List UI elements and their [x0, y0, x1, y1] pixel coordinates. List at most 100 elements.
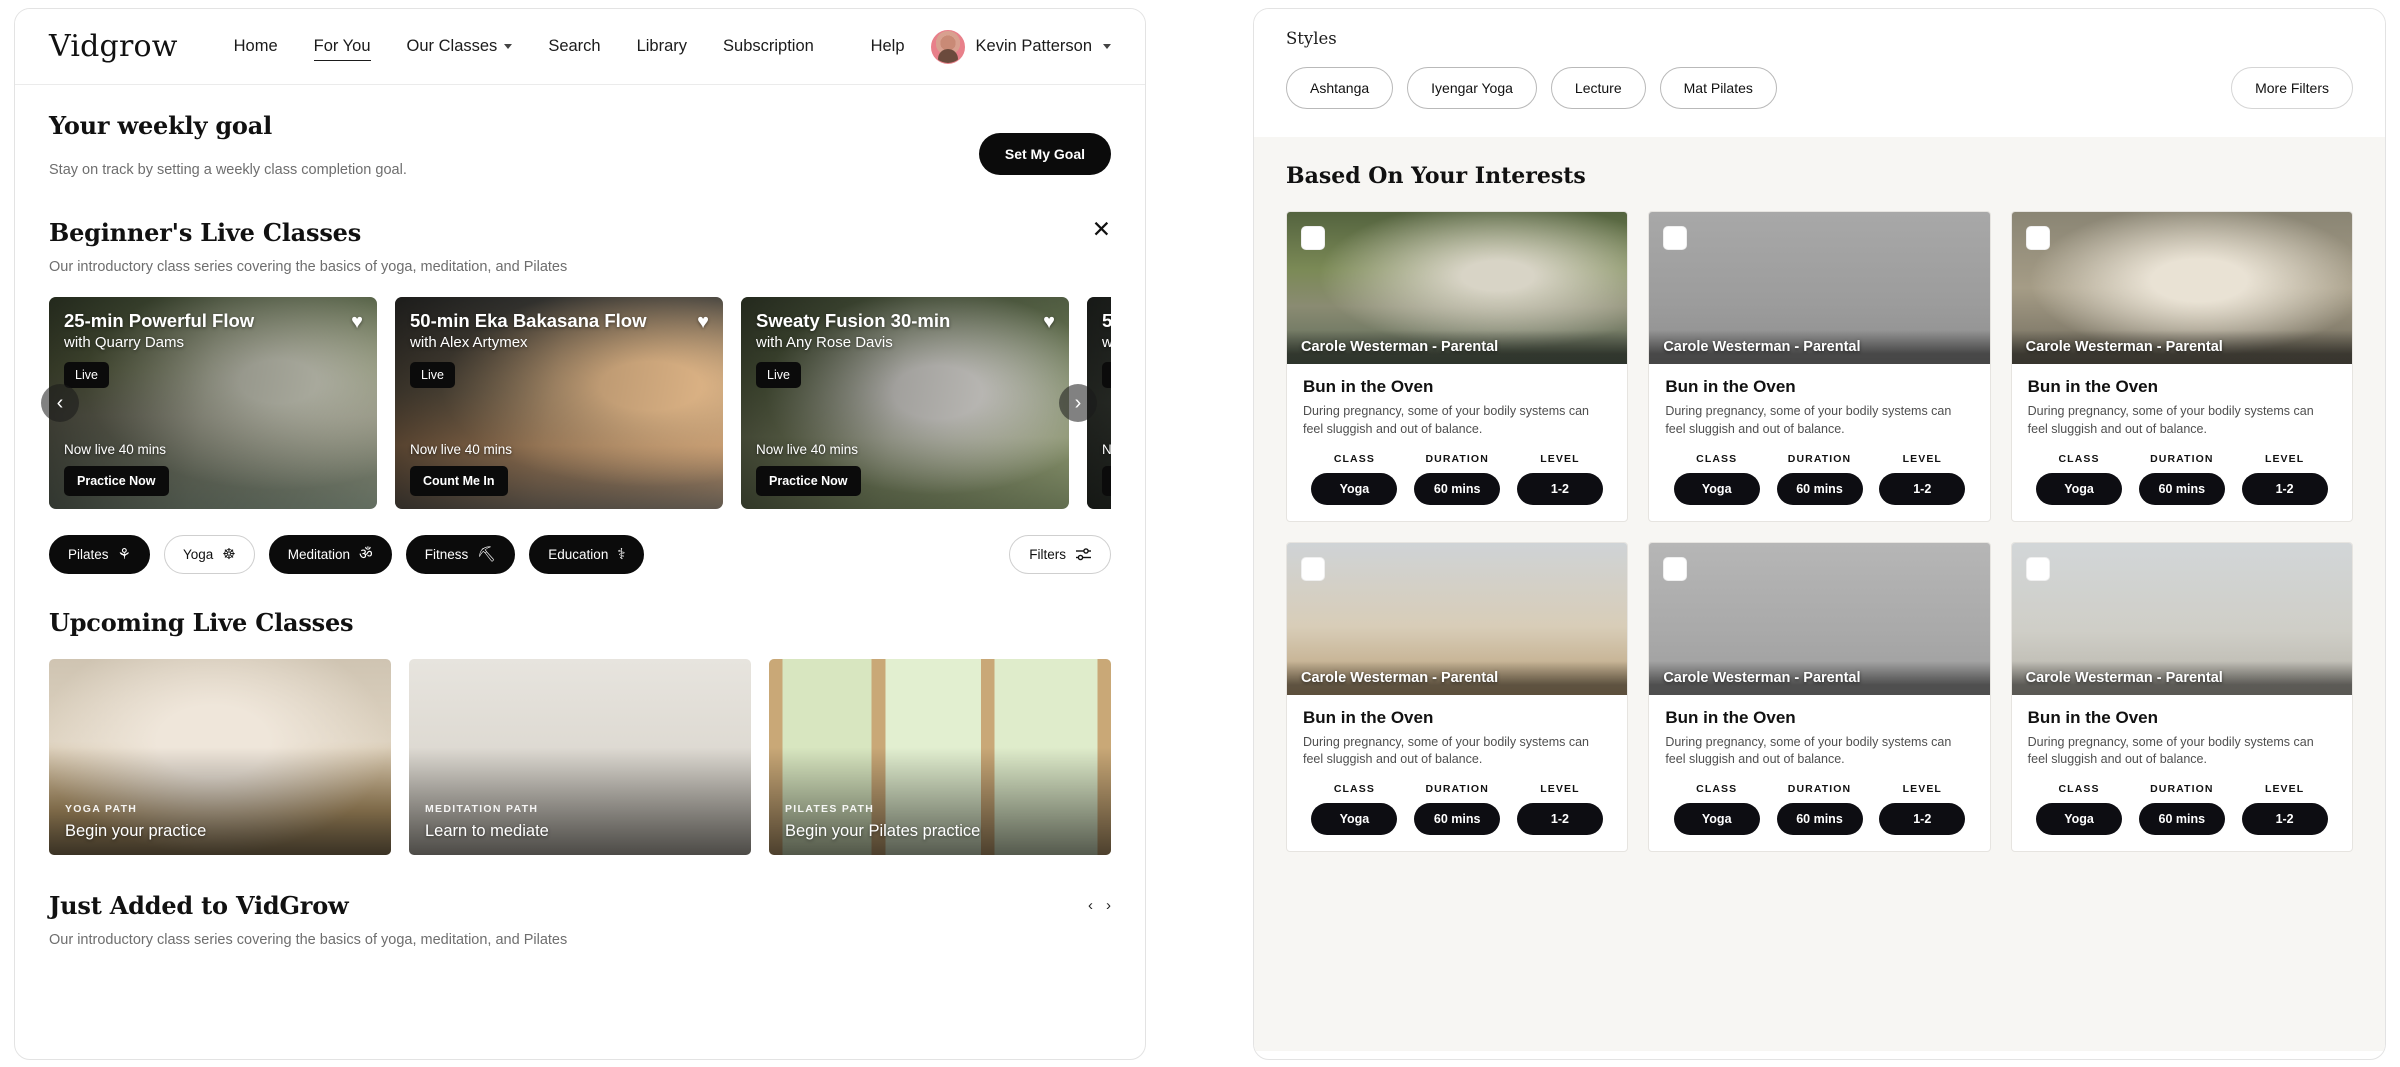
meta-header-class: CLASS: [1696, 452, 1738, 465]
carousel-prev-button[interactable]: ‹: [41, 384, 79, 422]
live-class-instructor: with Quarry Dams: [64, 334, 185, 352]
brand-logo[interactable]: Vidgrow: [49, 29, 178, 64]
style-chip-ashtanga[interactable]: Ashtanga: [1286, 67, 1394, 109]
interest-card-checkbox[interactable]: [1301, 556, 1325, 581]
live-class-cta-button[interactable]: Practice Now: [64, 466, 169, 496]
category-pill-pilates[interactable]: Pilates ⚘: [49, 535, 150, 574]
interest-card-checkbox[interactable]: [1663, 226, 1688, 250]
meta-value-class: Yoga: [2036, 472, 2123, 505]
screen: Vidgrow Home For You Our Classes Search Libr…: [0, 0, 2400, 1067]
nav-item-for-you[interactable]: For You: [313, 33, 371, 61]
style-chip-mat-pilates[interactable]: Mat Pilates: [1659, 67, 1777, 109]
upcoming-path-card[interactable]: PILATES PATH Begin your Pilates practice: [769, 659, 1111, 855]
interest-card[interactable]: Carole Westerman - Parental Bun in the Ov…: [1286, 541, 1629, 852]
interest-card-title: Bun in the Oven: [1303, 707, 1434, 727]
meta-header-class: CLASS: [1696, 783, 1738, 795]
live-class-title: 25-min Powerful Flow: [64, 310, 255, 331]
interest-card-title: Bun in the Oven: [1303, 377, 1434, 396]
live-class-instructor: with Quar: [1102, 334, 1111, 351]
style-chip-iyengar-yoga[interactable]: Iyengar Yoga: [1407, 67, 1537, 109]
carousel-next-button[interactable]: ›: [1059, 384, 1097, 422]
category-pill-meditation[interactable]: Meditation ॐ: [268, 535, 392, 574]
meta-header-level: LEVEL: [1540, 452, 1580, 465]
meta-value-class: Yoga: [2036, 803, 2123, 835]
live-class-title: 50-min: [1102, 310, 1111, 331]
nav-item-library[interactable]: Library: [637, 33, 687, 60]
meta-header-duration: DURATION: [2150, 783, 2214, 795]
meta-header-duration: DURATION: [1787, 452, 1852, 465]
interest-card-caption: Carole Westerman - Parental: [1649, 330, 1990, 364]
interest-card[interactable]: Carole Westerman - Parental Bun in the Ov…: [1648, 541, 1991, 852]
user-menu[interactable]: Kevin Patterson: [930, 29, 1111, 64]
meta-value-level: 1-2: [1879, 472, 1966, 505]
live-badge: Live: [410, 362, 455, 389]
upcoming-path-card[interactable]: MEDITATION PATH Learn to mediate: [409, 659, 751, 855]
site-header: Vidgrow Home For You Our Classes Search Libr…: [15, 9, 1145, 85]
meta-header-class: CLASS: [1333, 452, 1375, 465]
category-pill-yoga[interactable]: Yoga ☸: [163, 535, 255, 574]
just-added-next-button[interactable]: ›: [1106, 897, 1111, 914]
nav-item-search[interactable]: Search: [548, 33, 600, 60]
avatar: [930, 29, 965, 64]
interest-card[interactable]: Carole Westerman - Parental Bun in the Ov…: [1286, 211, 1629, 522]
weekly-goal-section: Your weekly goal Stay on track by settin…: [49, 85, 1111, 178]
interest-card-description: During pregnancy, some of your bodily sy…: [1303, 734, 1590, 767]
set-my-goal-button[interactable]: Set My Goal: [978, 133, 1111, 175]
style-chip-row: Ashtanga Iyengar Yoga Lecture Mat Pilates Mo…: [1286, 67, 2353, 109]
live-class-cta-button[interactable]: Count Me: [1102, 466, 1111, 496]
interest-card[interactable]: Carole Westerman - Parental Bun in the Ov…: [2010, 211, 2353, 522]
filters-button[interactable]: Filters: [1009, 535, 1111, 574]
upcoming-title: Upcoming Live Classes: [49, 608, 354, 637]
close-icon[interactable]: ✕: [1092, 218, 1111, 241]
interest-card[interactable]: Carole Westerman - Parental Bun in the Ov…: [2010, 541, 2353, 852]
pilates-icon: ⚘: [117, 546, 131, 563]
interests-grid: Carole Westerman - Parental Bun in the Ov…: [1286, 211, 2353, 852]
meta-value-class: Yoga: [1311, 803, 1398, 835]
nav-item-home[interactable]: Home: [234, 33, 278, 60]
live-class-time: Now live 40 mins: [64, 442, 167, 457]
live-class-card[interactable]: ♥ 50-min Eka Bakasana Flow with Alex Artym…: [395, 297, 723, 509]
interest-card-checkbox[interactable]: [1663, 556, 1688, 581]
just-added-prev-button[interactable]: ‹: [1088, 897, 1093, 914]
interest-card-checkbox[interactable]: [2025, 556, 2050, 581]
path-card-name: Begin your Pilates practice: [785, 822, 981, 840]
live-class-cta-button[interactable]: Count Me In: [410, 466, 508, 496]
interest-card-checkbox[interactable]: [2025, 226, 2050, 250]
interests-title: Based On Your Interests: [1286, 163, 1586, 189]
live-class-cta-button[interactable]: Practice Now: [756, 466, 861, 496]
live-class-title: Sweaty Fusion 30-min: [756, 310, 951, 331]
live-class-card[interactable]: ♥ Sweaty Fusion 30-min with Any Rose Davis…: [741, 297, 1069, 509]
nav-item-label: Home: [233, 37, 278, 55]
weekly-goal-title: Your weekly goal: [49, 111, 273, 140]
interest-card-caption: Carole Westerman - Parental: [2011, 330, 2352, 364]
upcoming-path-card[interactable]: YOGA PATH Begin your practice: [49, 659, 391, 855]
meta-value-duration: 60 mins: [2138, 472, 2225, 505]
live-badge: Live: [1102, 362, 1111, 389]
meta-header-level: LEVEL: [1540, 783, 1580, 795]
style-chip-lecture[interactable]: Lecture: [1550, 67, 1646, 109]
interest-card-image: Carole Westerman - Parental: [1287, 212, 1628, 364]
yoga-icon: ☸: [222, 546, 236, 563]
nav-item-label: Search: [548, 37, 601, 55]
styles-label: Styles: [1286, 29, 1337, 48]
interest-card-meta: CLASS Yoga DURATION 60 mins LEVEL 1-2: [1665, 453, 1973, 505]
more-filters-button[interactable]: More Filters: [2231, 67, 2353, 109]
right-panel: Styles Ashtanga Iyengar Yoga Lecture Mat Pi…: [1253, 8, 2386, 1060]
interest-card-description: During pregnancy, some of your bodily sy…: [1665, 734, 1952, 767]
interest-card-caption: Carole Westerman - Parental: [1649, 660, 1990, 695]
interest-card-description: During pregnancy, some of your bodily sy…: [2027, 734, 2314, 767]
fitness-icon: ⛏: [477, 546, 497, 563]
nav-item-subscription[interactable]: Subscription: [723, 33, 814, 60]
help-link[interactable]: Help: [871, 37, 905, 56]
live-class-card[interactable]: ♥ 25-min Powerful Flow with Quarry Dams Liv…: [49, 297, 377, 509]
beginners-header: Beginner's Live Classes Our introductory…: [49, 218, 1111, 276]
meta-header-level: LEVEL: [2264, 783, 2305, 795]
styles-filter-bar: Styles Ashtanga Iyengar Yoga Lecture Mat Pi…: [1254, 9, 2385, 137]
interest-card-checkbox[interactable]: [1301, 226, 1325, 250]
category-pill-fitness[interactable]: Fitness ⛏: [405, 535, 516, 574]
interests-section: Based On Your Interests Carole Westerman…: [1254, 137, 2385, 1051]
interest-card[interactable]: Carole Westerman - Parental Bun in the Ov…: [1648, 211, 1991, 522]
nav-item-our-classes[interactable]: Our Classes: [407, 33, 513, 60]
category-pill-education[interactable]: Education ⚕: [529, 535, 645, 574]
path-card-kicker: PILATES PATH: [785, 803, 875, 815]
